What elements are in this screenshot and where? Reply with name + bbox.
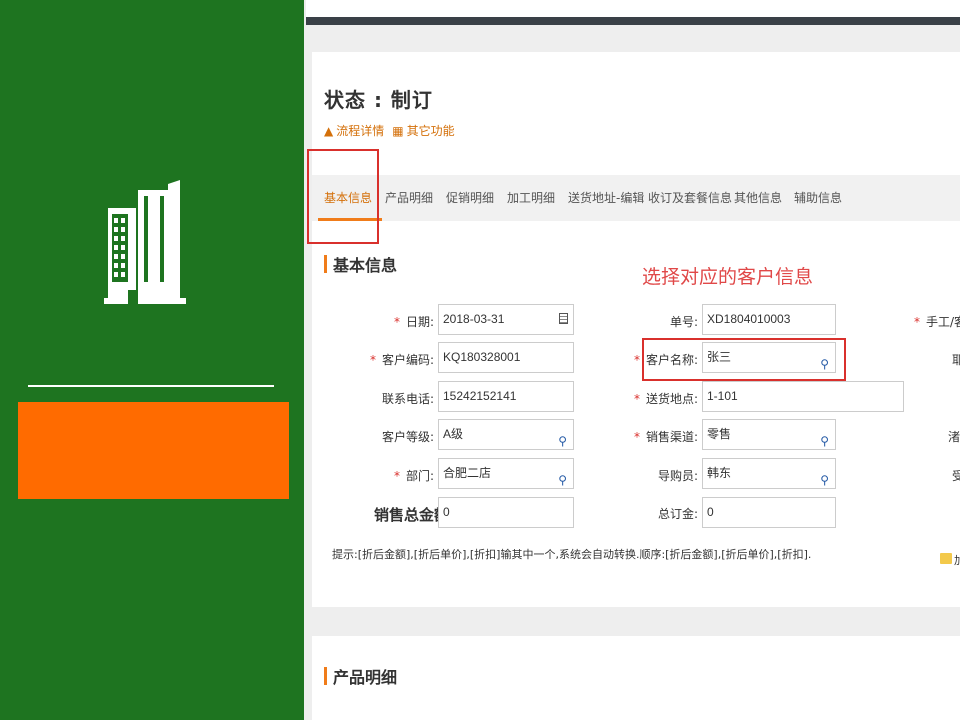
order-no-label: 单号: — [669, 315, 698, 329]
department-label: * 部门: — [393, 469, 434, 483]
left-panel — [0, 0, 304, 720]
date-field[interactable]: 2018-03-31 — [438, 304, 574, 335]
sales-channel-label: * 销售渠道: — [633, 430, 698, 444]
sales-channel-field[interactable]: 零售 ⚲ — [702, 419, 836, 450]
tab-delivery-address[interactable]: 送货地址-编辑 — [568, 175, 644, 221]
grid-icon: ▦ — [392, 123, 404, 138]
flow-icon: ▲ — [324, 123, 334, 138]
customer-code-label: * 客户编码: — [369, 353, 434, 367]
flow-detail-link[interactable]: ▲ 流程详情 — [324, 122, 384, 139]
tab-promotion-detail[interactable]: 促销明细 — [446, 175, 494, 221]
top-bar — [306, 0, 960, 25]
attach-label[interactable]: 加 — [954, 552, 960, 568]
total-sales-field[interactable]: 0 — [438, 497, 574, 528]
product-card — [312, 636, 960, 720]
total-deposit-label: 总订金: — [657, 507, 698, 521]
tab-order-package[interactable]: 收订及套餐信息 — [648, 175, 732, 221]
search-icon[interactable]: ⚲ — [820, 466, 829, 495]
customer-level-label: 客户等级: — [381, 430, 434, 444]
customer-code-field[interactable]: KQ180328001 — [438, 342, 574, 373]
calendar-icon[interactable] — [559, 313, 568, 324]
search-icon[interactable]: ⚲ — [558, 466, 567, 495]
phone-field[interactable]: 15242152141 — [438, 381, 574, 412]
date-label: * 日期: — [393, 315, 434, 329]
delivery-place-field[interactable]: 1-101 — [702, 381, 904, 412]
tab-aux-info[interactable]: 辅助信息 — [794, 175, 842, 221]
phone-label: 联系电话: — [381, 392, 434, 406]
search-icon[interactable]: ⚲ — [820, 427, 829, 456]
right-edge-r1: 耶 — [952, 353, 960, 367]
basic-section-title: 基本信息 — [324, 252, 397, 276]
guide-field[interactable]: 韩东 ⚲ — [702, 458, 836, 489]
guide-label: 导购员: — [657, 469, 698, 483]
customer-level-field[interactable]: A级 ⚲ — [438, 419, 574, 450]
highlight-tab-box — [307, 149, 379, 244]
app-screenshot: 状态 : 制订 ▲ 流程详情 ▦ 其它功能 基本信息 产品明细 促销明细 加工明… — [304, 0, 960, 720]
status-title: 状态 : 制订 — [324, 88, 433, 112]
header-links: ▲ 流程详情 ▦ 其它功能 — [324, 122, 455, 139]
folder-icon[interactable] — [940, 553, 952, 564]
hint-text: 提示:[折后金额],[折后单价],[折扣]输其中一个,系统会自动转换.顺序:[折… — [332, 548, 812, 561]
accent-block — [18, 402, 289, 499]
right-edge-r4: 受 — [952, 469, 960, 483]
department-field[interactable]: 合肥二店 ⚲ — [438, 458, 574, 489]
divider-line — [28, 385, 274, 387]
annotation-text: 选择对应的客户信息 — [642, 266, 814, 288]
search-icon[interactable]: ⚲ — [558, 427, 567, 456]
product-section-title: 产品明细 — [324, 664, 397, 688]
order-no-field[interactable]: XD1804010003 — [702, 304, 836, 335]
highlight-customer-box — [642, 338, 846, 381]
total-deposit-field[interactable]: 0 — [702, 497, 836, 528]
right-edge-r3: 渚 — [948, 430, 960, 444]
tab-processing-detail[interactable]: 加工明细 — [507, 175, 555, 221]
building-icon — [104, 180, 186, 304]
tab-other-info[interactable]: 其他信息 — [734, 175, 782, 221]
other-functions-link[interactable]: ▦ 其它功能 — [392, 122, 454, 139]
tab-product-detail[interactable]: 产品明细 — [385, 175, 433, 221]
delivery-place-label: * 送货地点: — [633, 392, 698, 406]
manual-label: *手工/客户 — [914, 315, 960, 329]
